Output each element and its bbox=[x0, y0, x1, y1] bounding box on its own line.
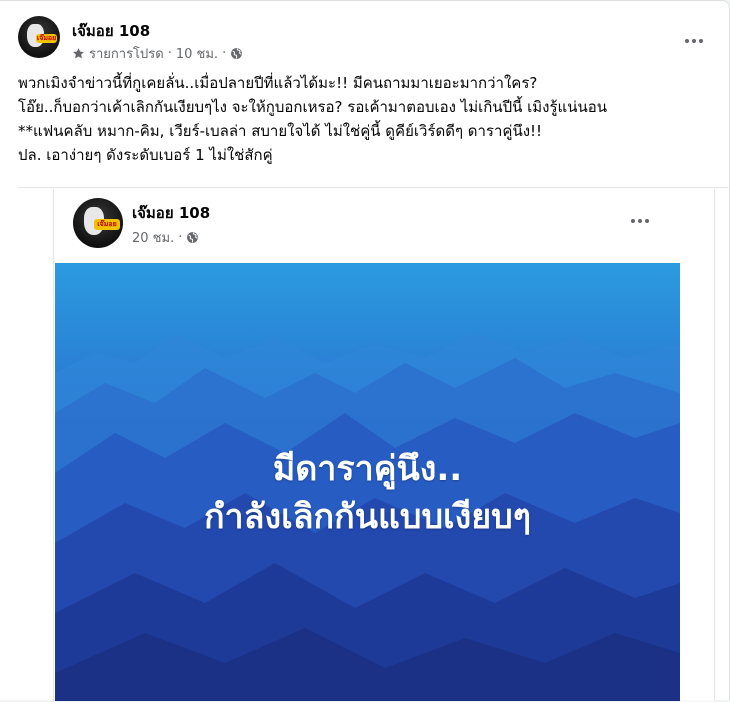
post-body-line: โอ๊ย..ก็บอกว่าเค้าเลิกกันเงียบๆไง จะให้ก… bbox=[18, 98, 607, 116]
more-dot bbox=[699, 39, 703, 43]
avatar-badge: เจ๊มอย bbox=[35, 33, 58, 43]
image-headline-line1: มีดาราคู่นึง.. bbox=[272, 449, 463, 489]
avatar-badge: เจ๊มอย bbox=[94, 219, 120, 230]
more-options-button[interactable] bbox=[676, 23, 712, 59]
favorites-label[interactable]: รายการโปรด bbox=[89, 43, 164, 64]
star-icon bbox=[72, 47, 85, 60]
more-dot bbox=[645, 219, 649, 223]
meta-separator: · bbox=[167, 46, 172, 61]
shared-post-time[interactable]: 20 ชม. bbox=[132, 227, 174, 248]
more-dot bbox=[685, 39, 689, 43]
shared-more-options-button[interactable] bbox=[622, 203, 658, 239]
meta-separator: · bbox=[178, 230, 183, 245]
post-body-line: ปล. เอาง่ายๆ ดังระดับเบอร์ 1 ไม่ใช่สักคู… bbox=[18, 146, 273, 164]
shared-post-meta: 20 ชม. · bbox=[132, 227, 199, 248]
post-body-line: พวกเมิงจำข่าวนี้ที่กูเคยลั่น..เมื่อปลายป… bbox=[18, 74, 538, 92]
globe-icon[interactable] bbox=[186, 231, 199, 244]
author-avatar[interactable]: เจ๊มอย bbox=[18, 16, 60, 58]
globe-icon[interactable] bbox=[230, 47, 243, 60]
shared-author-name[interactable]: เจ๊มอย 108 bbox=[132, 201, 210, 225]
more-dot bbox=[631, 219, 635, 223]
post-meta: รายการโปรด · 10 ชม. · bbox=[72, 43, 243, 64]
image-headline-line2: กำลังเลิกกันแบบเงียบๆ bbox=[203, 497, 532, 537]
shared-author-avatar[interactable]: เจ๊มอย bbox=[73, 198, 123, 248]
author-name[interactable]: เจ๊มอย 108 bbox=[72, 19, 150, 43]
post-time[interactable]: 10 ชม. bbox=[176, 43, 218, 64]
post-body: พวกเมิงจำข่าวนี้ที่กูเคยลั่น..เมื่อปลายป… bbox=[18, 71, 718, 167]
shared-post-image[interactable]: มีดาราคู่นึง.. กำลังเลิกกันแบบเงียบๆ bbox=[55, 263, 680, 701]
facebook-post: เจ๊มอย เจ๊มอย 108 รายการโปรด · 10 ชม. · … bbox=[0, 0, 730, 701]
more-dot bbox=[692, 39, 696, 43]
post-body-line: **แฟนคลับ หมาก-คิม, เวียร์-เบลล่า สบายใจ… bbox=[18, 122, 543, 140]
more-dot bbox=[638, 219, 642, 223]
meta-separator: · bbox=[222, 46, 227, 61]
